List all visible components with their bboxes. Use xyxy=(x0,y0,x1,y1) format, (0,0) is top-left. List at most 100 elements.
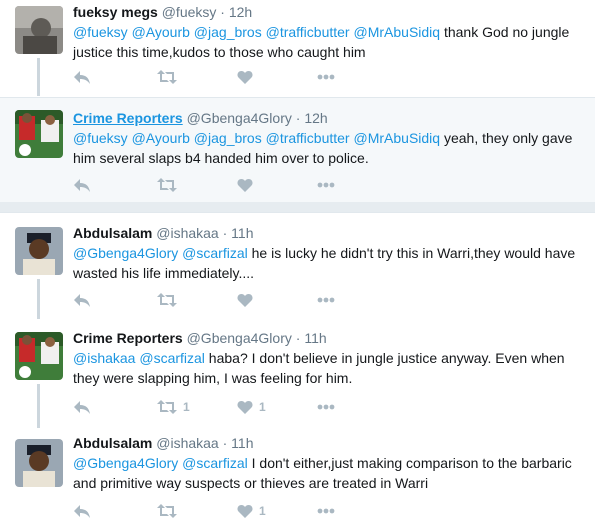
tweet-text: @fueksy @Ayourb @jag_bros @trafficbutter… xyxy=(73,128,583,168)
tweet[interactable]: Abdulsalam @ishakaa · 11h @Gbenga4Glory … xyxy=(0,425,595,529)
dot-separator: · xyxy=(295,330,301,346)
mention-link[interactable]: @Ayourb xyxy=(132,24,190,40)
tweet-text: @ishakaa @scarfizal haba? I don't believ… xyxy=(73,348,583,388)
tweet-text: @Gbenga4Glory @scarfizal he is lucky he … xyxy=(73,243,583,283)
reply-icon xyxy=(73,503,91,519)
avatar[interactable] xyxy=(15,6,63,54)
tweet-highlighted[interactable]: Crime Reporters @Gbenga4Glory · 12h @fue… xyxy=(0,97,595,203)
retweet-icon xyxy=(157,69,177,85)
like-button[interactable]: 1 xyxy=(237,397,266,417)
author-name[interactable]: Crime Reporters xyxy=(73,110,183,126)
like-button[interactable] xyxy=(237,175,253,195)
tweet-header: fueksy megs @fueksy · 12h xyxy=(73,4,252,20)
author-handle[interactable]: @ishakaa xyxy=(156,435,218,451)
timestamp[interactable]: 12h xyxy=(229,4,252,20)
tweet-header: Abdulsalam @ishakaa · 11h xyxy=(73,225,254,241)
more-button[interactable] xyxy=(317,501,335,521)
thread-connector xyxy=(37,58,40,96)
avatar[interactable] xyxy=(15,227,63,275)
timestamp[interactable]: 11h xyxy=(304,330,326,346)
dot-separator: · xyxy=(220,4,225,20)
avatar[interactable] xyxy=(15,439,63,487)
timestamp[interactable]: 11h xyxy=(231,225,253,241)
author-handle[interactable]: @fueksy xyxy=(162,4,217,20)
dot-separator: · xyxy=(222,435,228,451)
mention-link[interactable]: @scarfizal xyxy=(182,245,248,261)
timestamp[interactable]: 11h xyxy=(231,435,253,451)
reply-button[interactable] xyxy=(73,290,91,310)
retweet-icon xyxy=(157,503,177,519)
thread-gap xyxy=(0,202,595,212)
like-count: 1 xyxy=(259,400,266,414)
mention-link[interactable]: @fueksy xyxy=(73,24,128,40)
timestamp[interactable]: 12h xyxy=(304,110,327,126)
more-icon xyxy=(317,508,335,514)
reply-icon xyxy=(73,399,91,415)
retweet-button[interactable] xyxy=(157,175,177,195)
more-button[interactable] xyxy=(317,397,335,417)
author-name[interactable]: fueksy megs xyxy=(73,4,158,20)
retweet-icon xyxy=(157,399,177,415)
mention-link[interactable]: @ishakaa xyxy=(73,350,135,366)
more-button[interactable] xyxy=(317,290,335,310)
tweet[interactable]: Crime Reporters @Gbenga4Glory · 11h @ish… xyxy=(0,318,595,428)
reply-icon xyxy=(73,177,91,193)
like-icon xyxy=(237,400,253,415)
like-button[interactable] xyxy=(237,67,253,87)
retweet-icon xyxy=(157,292,177,308)
reply-button[interactable] xyxy=(73,397,91,417)
retweet-button[interactable]: 1 xyxy=(157,397,190,417)
more-icon xyxy=(317,297,335,303)
retweet-button[interactable] xyxy=(157,290,177,310)
tweet[interactable]: fueksy megs @fueksy · 12h @fueksy @Ayour… xyxy=(0,0,595,96)
avatar[interactable] xyxy=(15,110,63,158)
tweet-header: Abdulsalam @ishakaa · 11h xyxy=(73,435,254,451)
mention-link[interactable]: @MrAbuSidiq xyxy=(354,130,441,146)
mention-link[interactable]: @trafficbutter xyxy=(266,24,350,40)
like-icon xyxy=(237,70,253,85)
like-icon xyxy=(237,178,253,193)
author-handle[interactable]: @ishakaa xyxy=(156,225,218,241)
more-icon xyxy=(317,74,335,80)
like-icon xyxy=(237,293,253,308)
more-button[interactable] xyxy=(317,175,335,195)
thread-connector xyxy=(37,384,40,428)
avatar[interactable] xyxy=(15,332,63,380)
author-handle[interactable]: @Gbenga4Glory xyxy=(187,110,292,126)
retweet-icon xyxy=(157,177,177,193)
mention-link[interactable]: @fueksy xyxy=(73,130,128,146)
retweet-button[interactable] xyxy=(157,67,177,87)
tweet-text: @Gbenga4Glory @scarfizal I don't either,… xyxy=(73,453,583,493)
dot-separator: · xyxy=(222,225,228,241)
retweet-count: 1 xyxy=(183,400,190,414)
mention-link[interactable]: @MrAbuSidiq xyxy=(354,24,441,40)
more-icon xyxy=(317,404,335,410)
mention-link[interactable]: @scarfizal xyxy=(139,350,205,366)
mention-link[interactable]: @scarfizal xyxy=(182,455,248,471)
author-name[interactable]: Crime Reporters xyxy=(73,330,183,346)
author-handle[interactable]: @Gbenga4Glory xyxy=(187,330,292,346)
more-icon xyxy=(317,182,335,188)
author-name[interactable]: Abdulsalam xyxy=(73,435,152,451)
thread-connector xyxy=(37,279,40,319)
mention-link[interactable]: @Ayourb xyxy=(132,130,190,146)
tweet-header: Crime Reporters @Gbenga4Glory · 12h xyxy=(73,110,328,126)
tweet-header: Crime Reporters @Gbenga4Glory · 11h xyxy=(73,330,327,346)
reply-button[interactable] xyxy=(73,175,91,195)
dot-separator: · xyxy=(295,110,301,126)
mention-link[interactable]: @jag_bros xyxy=(194,24,262,40)
mention-link[interactable]: @Gbenga4Glory xyxy=(73,455,178,471)
like-icon xyxy=(237,504,253,519)
like-button[interactable] xyxy=(237,290,253,310)
reply-button[interactable] xyxy=(73,501,91,521)
mention-link[interactable]: @trafficbutter xyxy=(266,130,350,146)
retweet-button[interactable] xyxy=(157,501,177,521)
author-name[interactable]: Abdulsalam xyxy=(73,225,152,241)
mention-link[interactable]: @jag_bros xyxy=(194,130,262,146)
tweet[interactable]: Abdulsalam @ishakaa · 11h @Gbenga4Glory … xyxy=(0,213,595,319)
like-button[interactable]: 1 xyxy=(237,501,266,521)
reply-button[interactable] xyxy=(73,67,91,87)
mention-link[interactable]: @Gbenga4Glory xyxy=(73,245,178,261)
like-count: 1 xyxy=(259,504,266,518)
more-button[interactable] xyxy=(317,67,335,87)
